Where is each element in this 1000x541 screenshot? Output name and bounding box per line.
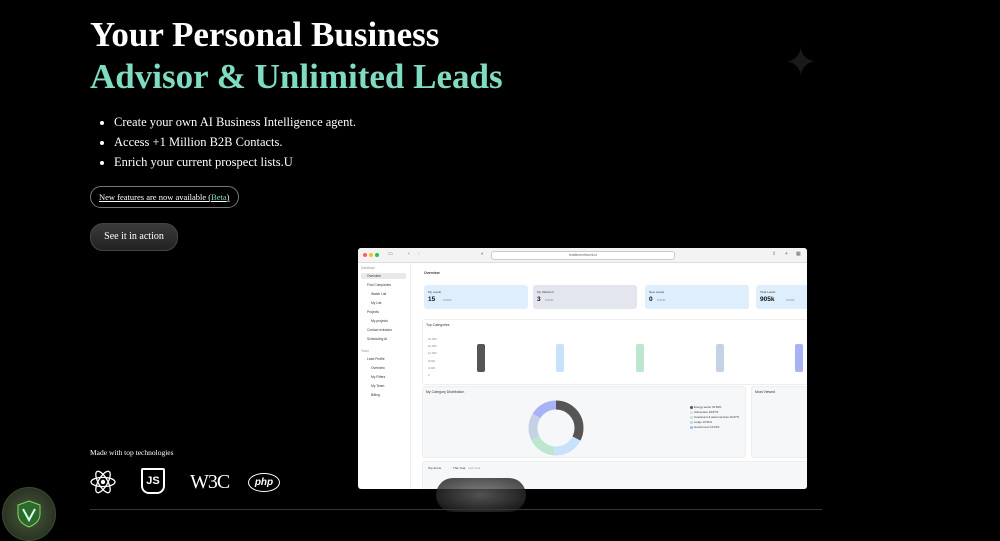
forward-icon: › [418, 251, 420, 257]
legend-item: Automotive 18.87% [690, 410, 718, 414]
stat-value: 905k [760, 296, 775, 303]
top-categories-card: Top Categories 20,000 16,000 12,000 8,00… [422, 319, 807, 385]
hero-title: Your Personal Business Advisor & Unlimit… [90, 14, 503, 98]
tech-heading: Made with top technologies [90, 448, 174, 457]
divider [90, 509, 822, 510]
stat-card-my-watched: My Watched 3 0.00% [533, 285, 637, 309]
y-tick: 16,000 [428, 344, 437, 349]
y-tick: 0 [428, 373, 430, 378]
y-tick: 20,000 [428, 337, 437, 341]
stat-label: My Watched [537, 290, 554, 294]
w3c-icon: W3C [190, 471, 230, 493]
sidebar-toggle-icon: ▭ [388, 251, 393, 257]
sidebar-item-contact-extractor[interactable]: Contact extractor [367, 328, 392, 332]
feature-item: Access +1 Million B2B Contacts. [114, 132, 356, 152]
new-features-link[interactable]: New features are now available (Beta) [90, 186, 239, 208]
stat-value: 0 [649, 296, 653, 303]
sidebar-item-my-filters[interactable]: My Filters [371, 375, 385, 379]
legend-item: Energy sector 32.50% [690, 405, 722, 409]
close-dot-icon [363, 253, 367, 257]
back-icon: ‹ [408, 251, 410, 257]
tab-this-year[interactable]: This Year [453, 466, 466, 470]
sidebar-section-database: Database [361, 266, 376, 270]
decorative-shadow [436, 478, 526, 512]
legend-item: Lodge 10.51% [690, 420, 712, 424]
bar [716, 344, 724, 372]
sidebar-item-lead-profile[interactable]: Lead Profile [367, 357, 385, 361]
feature-item: Create your own AI Business Intelligence… [114, 112, 356, 132]
donut-chart [528, 400, 584, 456]
y-tick: 4,000 [428, 365, 435, 370]
app-preview: ▭ ‹ › ◐ realtimenetwork.io ⇪ + ▦ Databas… [358, 248, 807, 489]
pill-close: ) [226, 192, 230, 202]
bar [477, 344, 485, 372]
js-icon: JS [141, 468, 165, 494]
sidebar-item-watch-list[interactable]: Watch List [371, 292, 386, 296]
beta-label: Beta [211, 192, 227, 202]
stat-value: 15 [428, 296, 436, 303]
react-icon [90, 470, 116, 494]
sidebar-item-scheduling-ai[interactable]: Scheduling AI [367, 337, 387, 341]
feature-list: Create your own AI Business Intelligence… [98, 112, 356, 172]
share-icon: ⇪ [772, 251, 777, 257]
bar [556, 344, 564, 372]
maximize-dot-icon [375, 253, 379, 257]
new-tab-icon: + [785, 251, 788, 257]
stat-card-new-leads: New Leads 0 0.00% [645, 285, 749, 309]
sidebar-section-team: Team [361, 349, 370, 353]
card-title: Top Categories [426, 323, 450, 327]
sidebar-item-overview-2[interactable]: Overview [371, 366, 385, 370]
sidebar-item-label: Overview [367, 274, 381, 278]
card-title: Top Items [428, 466, 442, 470]
sidebar-item-my-projects[interactable]: My projects [371, 319, 388, 323]
app-main: Overview My Leads 15 0.00% My Watched 3 … [414, 263, 807, 489]
stat-value: 3 [537, 296, 541, 303]
shield-icon [17, 500, 41, 528]
stat-label: New Leads [649, 290, 665, 294]
y-axis-ticks: 20,000 16,000 12,000 8,000 4,000 0 [428, 336, 437, 379]
tabs-icon: ▦ [796, 251, 801, 257]
sidebar-item-projects[interactable]: Projects [367, 310, 379, 314]
pill-text: New features are now available ( [99, 192, 212, 202]
card-title: Most Viewed [755, 390, 775, 394]
stat-change: 0.00% [657, 298, 666, 302]
app-sidebar: Database Overview Find Companies Watch L… [358, 263, 411, 489]
stat-change: 0.00% [786, 298, 795, 302]
most-viewed-card: Most Viewed [751, 386, 807, 458]
sidebar-item-find-companies[interactable]: Find Companies [367, 283, 391, 287]
y-tick: 12,000 [428, 351, 437, 356]
legend-item: Government 10.61% [690, 425, 720, 429]
php-icon: php [248, 473, 280, 492]
feature-item: Enrich your current prospect lists.U [114, 152, 356, 172]
stat-card-total-leads: Total Leads 905k 0.00% [756, 285, 807, 309]
card-title: My Category Distribution [426, 390, 465, 394]
sparkle-decoration: ✦ [784, 40, 818, 86]
sidebar-item-billing[interactable]: Billing [371, 393, 380, 397]
category-distribution-card: My Category Distribution Energy sector 3… [422, 386, 746, 458]
legend-item: Investment & asset services 16.67% [690, 415, 739, 419]
logo-badge [2, 487, 56, 541]
stat-label: Total Leads [760, 290, 776, 294]
address-bar: realtimenetwork.io [491, 251, 675, 260]
minimize-dot-icon [369, 253, 373, 257]
see-it-in-action-button[interactable]: See it in action [90, 223, 178, 251]
tab-last-year[interactable]: Last Year [468, 466, 481, 470]
bar [795, 344, 803, 372]
sidebar-item-my-list[interactable]: My List [371, 301, 381, 305]
stat-change: 0.00% [443, 298, 452, 302]
y-tick: 8,000 [428, 358, 435, 363]
stat-change: 0.00% [545, 298, 554, 302]
shield-icon: ◐ [481, 251, 485, 257]
page-title: Overview [424, 271, 440, 275]
stat-label: My Leads [428, 290, 442, 294]
hero-title-line1: Your Personal Business [90, 15, 440, 54]
sidebar-item-my-team[interactable]: My Team [371, 384, 384, 388]
stat-card-my-leads: My Leads 15 0.00% [424, 285, 528, 309]
bar [636, 344, 644, 372]
hero-title-line2: Advisor & Unlimited Leads [90, 57, 503, 96]
browser-toolbar: ▭ ‹ › ◐ realtimenetwork.io ⇪ + ▦ [358, 248, 807, 263]
